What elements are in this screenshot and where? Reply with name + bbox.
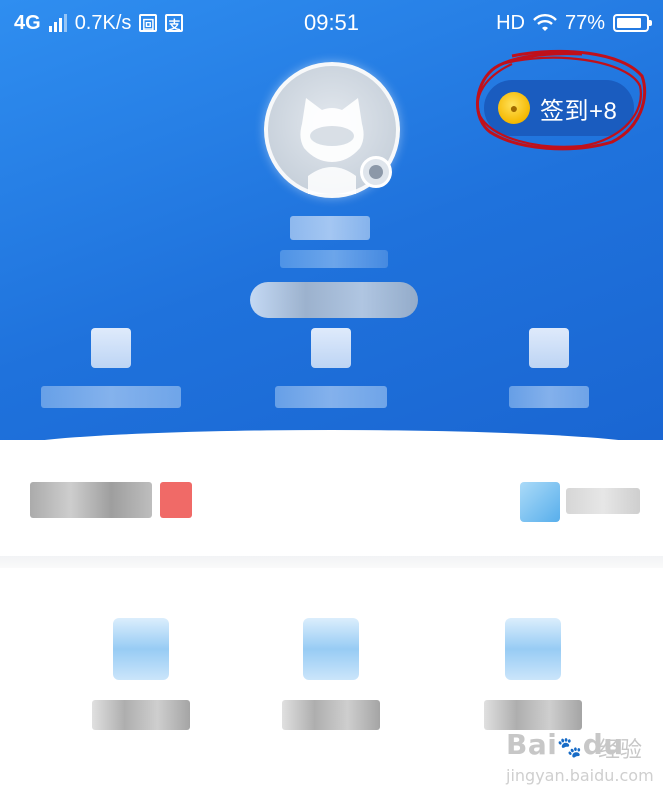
- baidu-jingyan-watermark: Bai🐾du 经验 jingyan.baidu.com: [506, 726, 654, 796]
- stat-item-3[interactable]: [474, 328, 624, 418]
- hd-indicator: HD: [496, 11, 525, 34]
- stat-1-icon: [91, 328, 131, 368]
- coin-icon: ●: [498, 92, 530, 124]
- checkin-label: 签到+8: [540, 97, 618, 125]
- membership-chip-blurred[interactable]: [250, 282, 418, 318]
- checkin-button[interactable]: ● 签到+8: [484, 80, 634, 136]
- username-blurred: [290, 216, 370, 240]
- watermark-cn: 经验: [598, 737, 643, 762]
- stat-2-icon: [311, 328, 351, 368]
- section-separator: [0, 556, 663, 568]
- download-icon: [113, 618, 169, 680]
- wifi-icon: [533, 14, 557, 31]
- tool-1-label-blurred: [92, 700, 190, 730]
- stat-3-label-blurred: [509, 386, 589, 408]
- watermark-url: jingyan.baidu.com: [506, 766, 654, 785]
- status-right: HD 77%: [496, 10, 652, 36]
- tool-item-document[interactable]: [468, 618, 598, 730]
- notice-row[interactable]: [0, 452, 663, 552]
- stat-2-label-blurred: [275, 386, 387, 408]
- status-bar: 4G 0.7K/s 回 支 09:51 HD 77%: [0, 0, 663, 46]
- stat-1-label-blurred: [41, 386, 181, 408]
- right-action-text-blurred: [566, 488, 640, 514]
- document-icon: [505, 618, 561, 680]
- stat-item-1[interactable]: [36, 328, 186, 418]
- notice-red-badge: [160, 482, 192, 518]
- right-action-icon: [520, 482, 560, 522]
- avatar-edit-badge[interactable]: [360, 156, 392, 188]
- tool-item-clipboard[interactable]: [266, 618, 396, 730]
- user-id-blurred: [280, 250, 388, 268]
- clipboard-icon: [303, 618, 359, 680]
- tool-item-download[interactable]: [76, 618, 206, 730]
- profile-header: 4G 0.7K/s 回 支 09:51 HD 77% ● 签到+8: [0, 0, 663, 440]
- battery-percent: 77%: [564, 11, 605, 34]
- stat-item-2[interactable]: [256, 328, 406, 418]
- battery-icon: [613, 14, 652, 32]
- stat-3-icon: [529, 328, 569, 368]
- notice-text-blurred: [30, 482, 152, 518]
- tool-2-label-blurred: [282, 700, 380, 730]
